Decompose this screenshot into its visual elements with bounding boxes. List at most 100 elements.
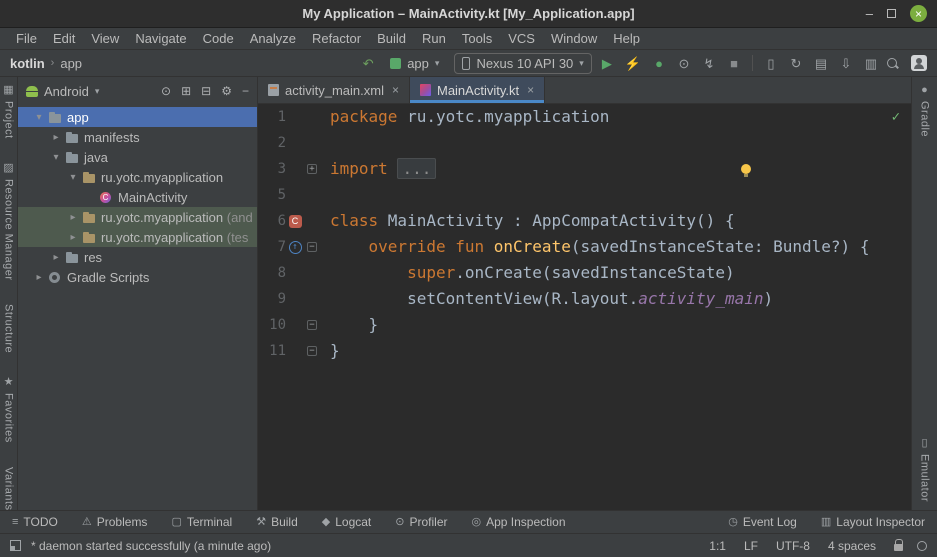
tool-window-switcher-icon[interactable] — [10, 540, 21, 551]
close-button[interactable]: × — [910, 5, 927, 22]
menu-window[interactable]: Window — [543, 31, 605, 46]
tree-item-gradle-scripts[interactable]: ▸Gradle Scripts — [18, 267, 257, 287]
menu-refactor[interactable]: Refactor — [304, 31, 369, 46]
attach-debugger-icon[interactable]: ↯ — [702, 57, 716, 70]
tree-expand-icon[interactable]: ▸ — [66, 212, 80, 223]
tool-button-app-inspection[interactable]: ◎App Inspection — [472, 515, 566, 529]
caret-position[interactable]: 1:1 — [709, 539, 726, 553]
stop-icon[interactable]: ■ — [727, 57, 741, 70]
tree-collapse-icon[interactable]: ▾ — [66, 172, 80, 183]
breadcrumb-module[interactable]: kotlin — [10, 56, 45, 71]
tool-button-event-log[interactable]: ◷Event Log — [728, 515, 797, 529]
search-icon[interactable] — [886, 57, 900, 70]
maximize-button[interactable] — [887, 9, 896, 18]
tree-item-ru-yotc-myapplication-and[interactable]: ▸ru.yotc.myapplication (and — [18, 207, 257, 227]
menu-build[interactable]: Build — [369, 31, 414, 46]
tree-expand-icon[interactable]: ▸ — [66, 232, 80, 243]
tool-button-variants[interactable]: Variants — [3, 467, 15, 511]
tree-expand-icon[interactable]: ▸ — [32, 272, 46, 283]
tool-button-resource-manager[interactable]: ▨Resource Manager — [3, 163, 15, 281]
apply-changes-icon[interactable]: ⚡ — [625, 57, 641, 70]
tree-item-java[interactable]: ▾java — [18, 147, 257, 167]
notifications-icon[interactable] — [917, 541, 927, 551]
editor[interactable]: ✓ 1package ru.yotc.myapplication23+impor… — [258, 104, 911, 510]
tab-activity-main-xml[interactable]: activity_main.xml× — [258, 77, 410, 103]
tree-item-res[interactable]: ▸res — [18, 247, 257, 267]
tree-item-app[interactable]: ▾app — [18, 107, 257, 127]
tree-item-ru-yotc-myapplication-tes[interactable]: ▸ru.yotc.myapplication (tes — [18, 227, 257, 247]
fold-minus-icon[interactable]: − — [307, 346, 317, 356]
tool-button-problems[interactable]: ⚠Problems — [82, 515, 148, 529]
lock-icon[interactable] — [894, 544, 903, 551]
tree-expand-icon[interactable]: ▸ — [49, 252, 63, 263]
tool-button-terminal[interactable]: ▢Terminal — [171, 515, 232, 529]
tool-button-todo[interactable]: ≡TODO — [12, 515, 58, 529]
tool-button-build[interactable]: ⚒Build — [256, 515, 298, 529]
sdk-manager-icon[interactable]: ⇩ — [839, 57, 853, 70]
menu-code[interactable]: Code — [195, 31, 242, 46]
tool-button-project[interactable]: ▦Project — [3, 85, 15, 139]
breadcrumb-item[interactable]: app — [60, 56, 82, 71]
tree-collapse-icon[interactable]: ▾ — [32, 112, 46, 123]
minimize-button[interactable]: – — [866, 6, 873, 21]
profiler-icon[interactable]: ⊙ — [677, 57, 691, 70]
menu-file[interactable]: File — [8, 31, 45, 46]
tree-item-manifests[interactable]: ▸manifests — [18, 127, 257, 147]
menu-help[interactable]: Help — [605, 31, 648, 46]
tree-item-ru-yotc-myapplication[interactable]: ▾ru.yotc.myapplication — [18, 167, 257, 187]
tool-button-gradle[interactable]: ●Gradle — [919, 85, 931, 137]
project-view-mode[interactable]: Android — [44, 84, 89, 99]
tool-button-profiler[interactable]: ⊙Profiler — [395, 515, 447, 529]
menu-analyze[interactable]: Analyze — [242, 31, 304, 46]
code-line[interactable]: 2 — [258, 130, 911, 156]
hide-panel-icon[interactable]: − — [242, 85, 249, 97]
layout-inspector-icon[interactable]: ▥ — [864, 57, 878, 70]
sync-gradle-icon[interactable]: ↻ — [789, 57, 803, 70]
code-line[interactable]: 6Cclass MainActivity : AppCompatActivity… — [258, 208, 911, 234]
tab-mainactivity-kt[interactable]: MainActivity.kt× — [410, 77, 545, 103]
tool-button-logcat[interactable]: ◆Logcat — [322, 515, 372, 529]
avatar-icon[interactable] — [911, 55, 927, 71]
override-marker-icon[interactable]: ↑ — [289, 241, 302, 254]
tree-item-mainactivity[interactable]: MainActivity — [18, 187, 257, 207]
indent-setting[interactable]: 4 spaces — [828, 539, 876, 553]
device-select[interactable]: Nexus 10 API 30 ▾ — [454, 53, 591, 74]
collapse-all-icon[interactable]: ⊟ — [201, 85, 211, 97]
avd-manager-icon[interactable]: ▤ — [814, 57, 828, 70]
encoding[interactable]: UTF-8 — [776, 539, 810, 553]
code-line[interactable]: 3+import ... — [258, 156, 911, 182]
line-ending[interactable]: LF — [744, 539, 758, 553]
tool-button-favorites[interactable]: ★Favorites — [3, 377, 15, 443]
tree-collapse-icon[interactable]: ▾ — [49, 152, 63, 163]
menu-run[interactable]: Run — [414, 31, 454, 46]
tool-button-emulator[interactable]: ▯Emulator — [919, 438, 931, 502]
fold-minus-icon[interactable]: − — [307, 242, 317, 252]
expand-all-icon[interactable]: ⊞ — [181, 85, 191, 97]
fold-minus-icon[interactable]: − — [307, 320, 317, 330]
locate-file-icon[interactable]: ⊙ — [161, 85, 171, 97]
menu-view[interactable]: View — [83, 31, 127, 46]
tool-button-structure[interactable]: Structure — [3, 304, 15, 353]
run-play-icon[interactable]: ▶ — [600, 57, 614, 70]
menu-tools[interactable]: Tools — [454, 31, 500, 46]
close-tab-icon[interactable]: × — [527, 83, 534, 97]
sync-project-icon[interactable]: ↶ — [361, 57, 375, 70]
code-line[interactable]: 9 setContentView(R.layout.activity_main) — [258, 286, 911, 312]
device-manager-icon[interactable]: ▯ — [764, 57, 778, 70]
run-class-marker-icon[interactable]: C — [289, 215, 302, 228]
tool-button-layout-inspector[interactable]: ▥Layout Inspector — [821, 515, 925, 529]
debug-bug-icon[interactable]: ● — [652, 57, 666, 70]
code-line[interactable]: 8 super.onCreate(savedInstanceState) — [258, 260, 911, 286]
code-line[interactable]: 1package ru.yotc.myapplication — [258, 104, 911, 130]
menu-vcs[interactable]: VCS — [500, 31, 543, 46]
code-line[interactable]: 5 — [258, 182, 911, 208]
run-configuration-select[interactable]: app ▾ — [383, 54, 446, 73]
code-line[interactable]: 7↑− override fun onCreate(savedInstanceS… — [258, 234, 911, 260]
menu-edit[interactable]: Edit — [45, 31, 83, 46]
fold-plus-icon[interactable]: + — [307, 164, 317, 174]
intention-bulb-icon[interactable] — [741, 164, 751, 174]
code-line[interactable]: 11−} — [258, 338, 911, 364]
close-tab-icon[interactable]: × — [392, 83, 399, 97]
settings-gear-icon[interactable]: ⚙ — [221, 85, 232, 97]
tree-expand-icon[interactable]: ▸ — [49, 132, 63, 143]
